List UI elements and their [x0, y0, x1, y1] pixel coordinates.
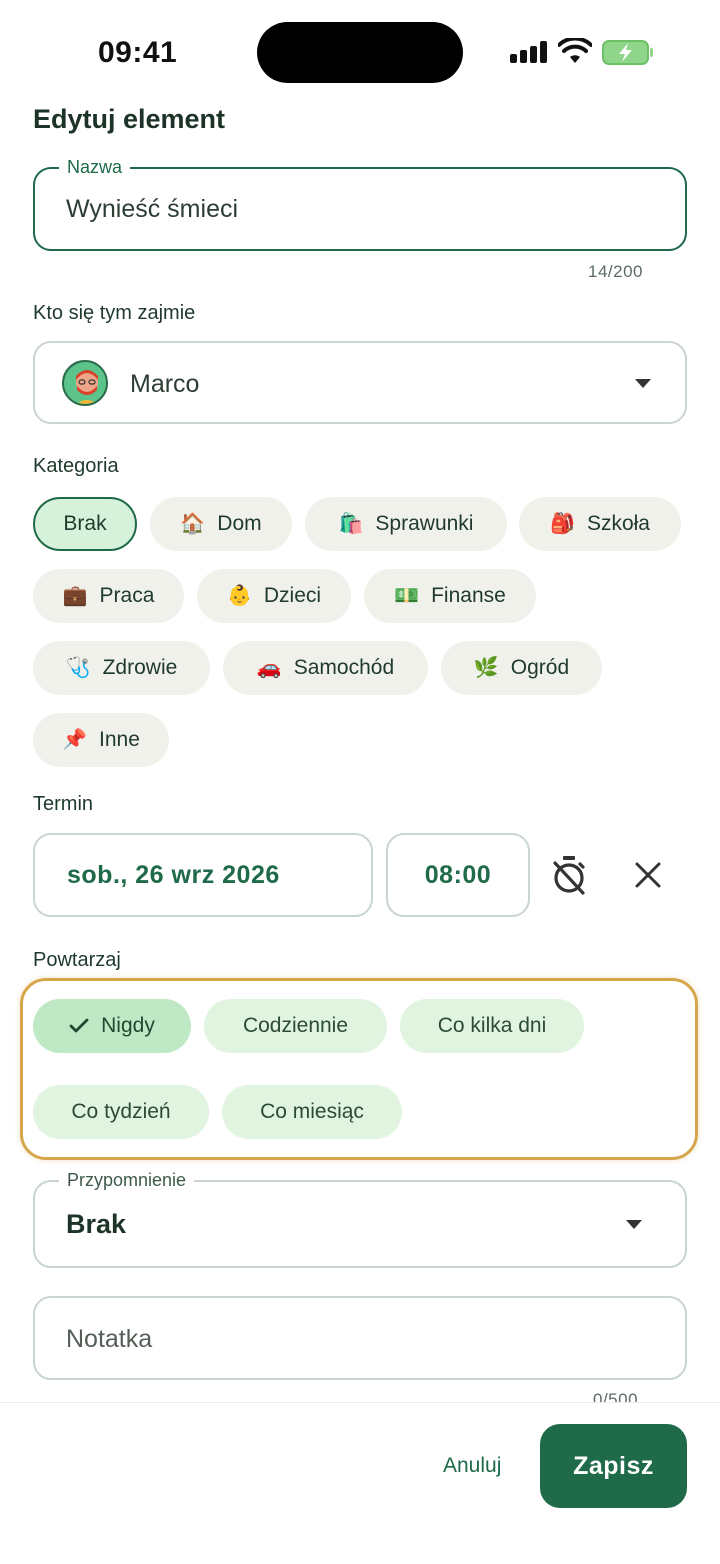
category-chip-samochod[interactable]: 🚗 Samochód	[223, 641, 428, 695]
timer-off-button[interactable]	[547, 853, 591, 897]
deadline-label: Termin	[33, 793, 94, 815]
cancel-button[interactable]: Anuluj	[443, 1454, 501, 1478]
dynamic-island	[257, 22, 463, 83]
name-field-label: Nazwa	[59, 157, 131, 178]
repeat-chip-nigdy[interactable]: Nigdy	[33, 999, 191, 1053]
signal-icon	[510, 41, 548, 63]
reminder-value: Brak	[66, 1209, 127, 1239]
status-time: 09:41	[98, 36, 178, 69]
briefcase-icon: 💼	[62, 585, 88, 607]
date-value: sob., 26 wrz 2026	[67, 860, 280, 889]
reminder-dropdown[interactable]: Przypomnienie Brak	[33, 1170, 687, 1268]
backpack-icon: 🎒	[550, 513, 575, 535]
category-chip-dom[interactable]: 🏠 Dom	[150, 497, 292, 551]
save-button[interactable]: Zapisz	[540, 1424, 687, 1508]
category-chip-brak[interactable]: Brak	[33, 497, 137, 551]
assignee-label: Kto się tym zajmie	[33, 302, 196, 324]
name-field[interactable]: Nazwa Wynieść śmieci	[33, 157, 687, 251]
chip-label: Nigdy	[101, 1014, 155, 1037]
avatar	[62, 360, 108, 406]
category-label: Kategoria	[33, 455, 119, 477]
repeat-chip-codziennie[interactable]: Codziennie	[204, 999, 387, 1053]
stethoscope-icon: 🩺	[65, 657, 91, 679]
house-icon: 🏠	[180, 513, 206, 535]
timer-off-icon	[553, 856, 585, 895]
chip-label: Zdrowie	[102, 656, 178, 679]
category-chip-zdrowie[interactable]: 🩺 Zdrowie	[33, 641, 210, 695]
edit-item-sheet: 09:41 Edytuj element Nazwa Wynieść śmiec…	[0, 0, 720, 1564]
repeat-chip-co-miesiac[interactable]: Co miesiąc	[222, 1085, 402, 1139]
wifi-icon	[558, 38, 592, 63]
category-chip-inne[interactable]: 📌 Inne	[33, 713, 169, 767]
chip-label: Codziennie	[242, 1014, 349, 1037]
chip-label: Ogród	[510, 656, 570, 679]
repeat-label: Powtarzaj	[33, 949, 121, 971]
chip-label: Sprawunki	[375, 512, 474, 535]
banknote-icon: 💵	[394, 585, 420, 607]
chip-label: Dom	[217, 512, 262, 535]
car-icon: 🚗	[256, 657, 282, 679]
chip-label: Samochód	[293, 656, 395, 679]
pushpin-icon: 📌	[62, 729, 88, 751]
category-chip-dzieci[interactable]: 👶 Dzieci	[197, 569, 351, 623]
category-chip-sprawunki[interactable]: 🛍️ Sprawunki	[305, 497, 507, 551]
reminder-label: Przypomnienie	[59, 1170, 195, 1191]
chip-label: Inne	[99, 728, 140, 751]
chip-label: Finanse	[431, 584, 506, 607]
battery-charging-icon	[602, 40, 653, 65]
category-chip-ogrod[interactable]: 🌿 Ogród	[441, 641, 602, 695]
chip-label: Co kilka dni	[437, 1014, 547, 1037]
date-picker-button[interactable]: sob., 26 wrz 2026	[33, 833, 373, 917]
clear-deadline-button[interactable]	[626, 853, 670, 897]
time-value: 08:00	[424, 860, 492, 889]
category-chip-finanse[interactable]: 💵 Finanse	[364, 569, 536, 623]
chevron-down-icon	[626, 1220, 642, 1229]
category-chip-szkola[interactable]: 🎒 Szkoła	[519, 497, 681, 551]
page-title: Edytuj element	[33, 104, 226, 134]
name-field-value: Wynieść śmieci	[66, 195, 239, 223]
close-icon	[635, 862, 661, 888]
note-field[interactable]: Notatka	[33, 1296, 687, 1380]
chip-label: Szkoła	[586, 512, 650, 535]
assignee-value: Marco	[130, 370, 200, 398]
category-chip-praca[interactable]: 💼 Praca	[33, 569, 184, 623]
shopping-bags-icon: 🛍️	[338, 513, 364, 535]
assignee-dropdown[interactable]: Marco	[33, 341, 687, 424]
repeat-chip-co-kilka-dni[interactable]: Co kilka dni	[400, 999, 584, 1053]
chevron-down-icon	[635, 379, 651, 388]
time-picker-button[interactable]: 08:00	[386, 833, 530, 917]
chip-label: Dzieci	[263, 584, 322, 607]
herb-icon: 🌿	[473, 657, 499, 679]
check-icon	[69, 1018, 89, 1033]
child-icon: 👶	[226, 585, 252, 607]
chip-label: Praca	[99, 584, 155, 607]
note-placeholder: Notatka	[66, 1325, 153, 1353]
chip-label: Co miesiąc	[260, 1100, 364, 1123]
name-counter: 14/200	[588, 262, 643, 281]
repeat-chip-co-tydzien[interactable]: Co tydzień	[33, 1085, 209, 1139]
chip-label: Co tydzień	[71, 1100, 171, 1123]
chip-label: Brak	[63, 512, 107, 535]
